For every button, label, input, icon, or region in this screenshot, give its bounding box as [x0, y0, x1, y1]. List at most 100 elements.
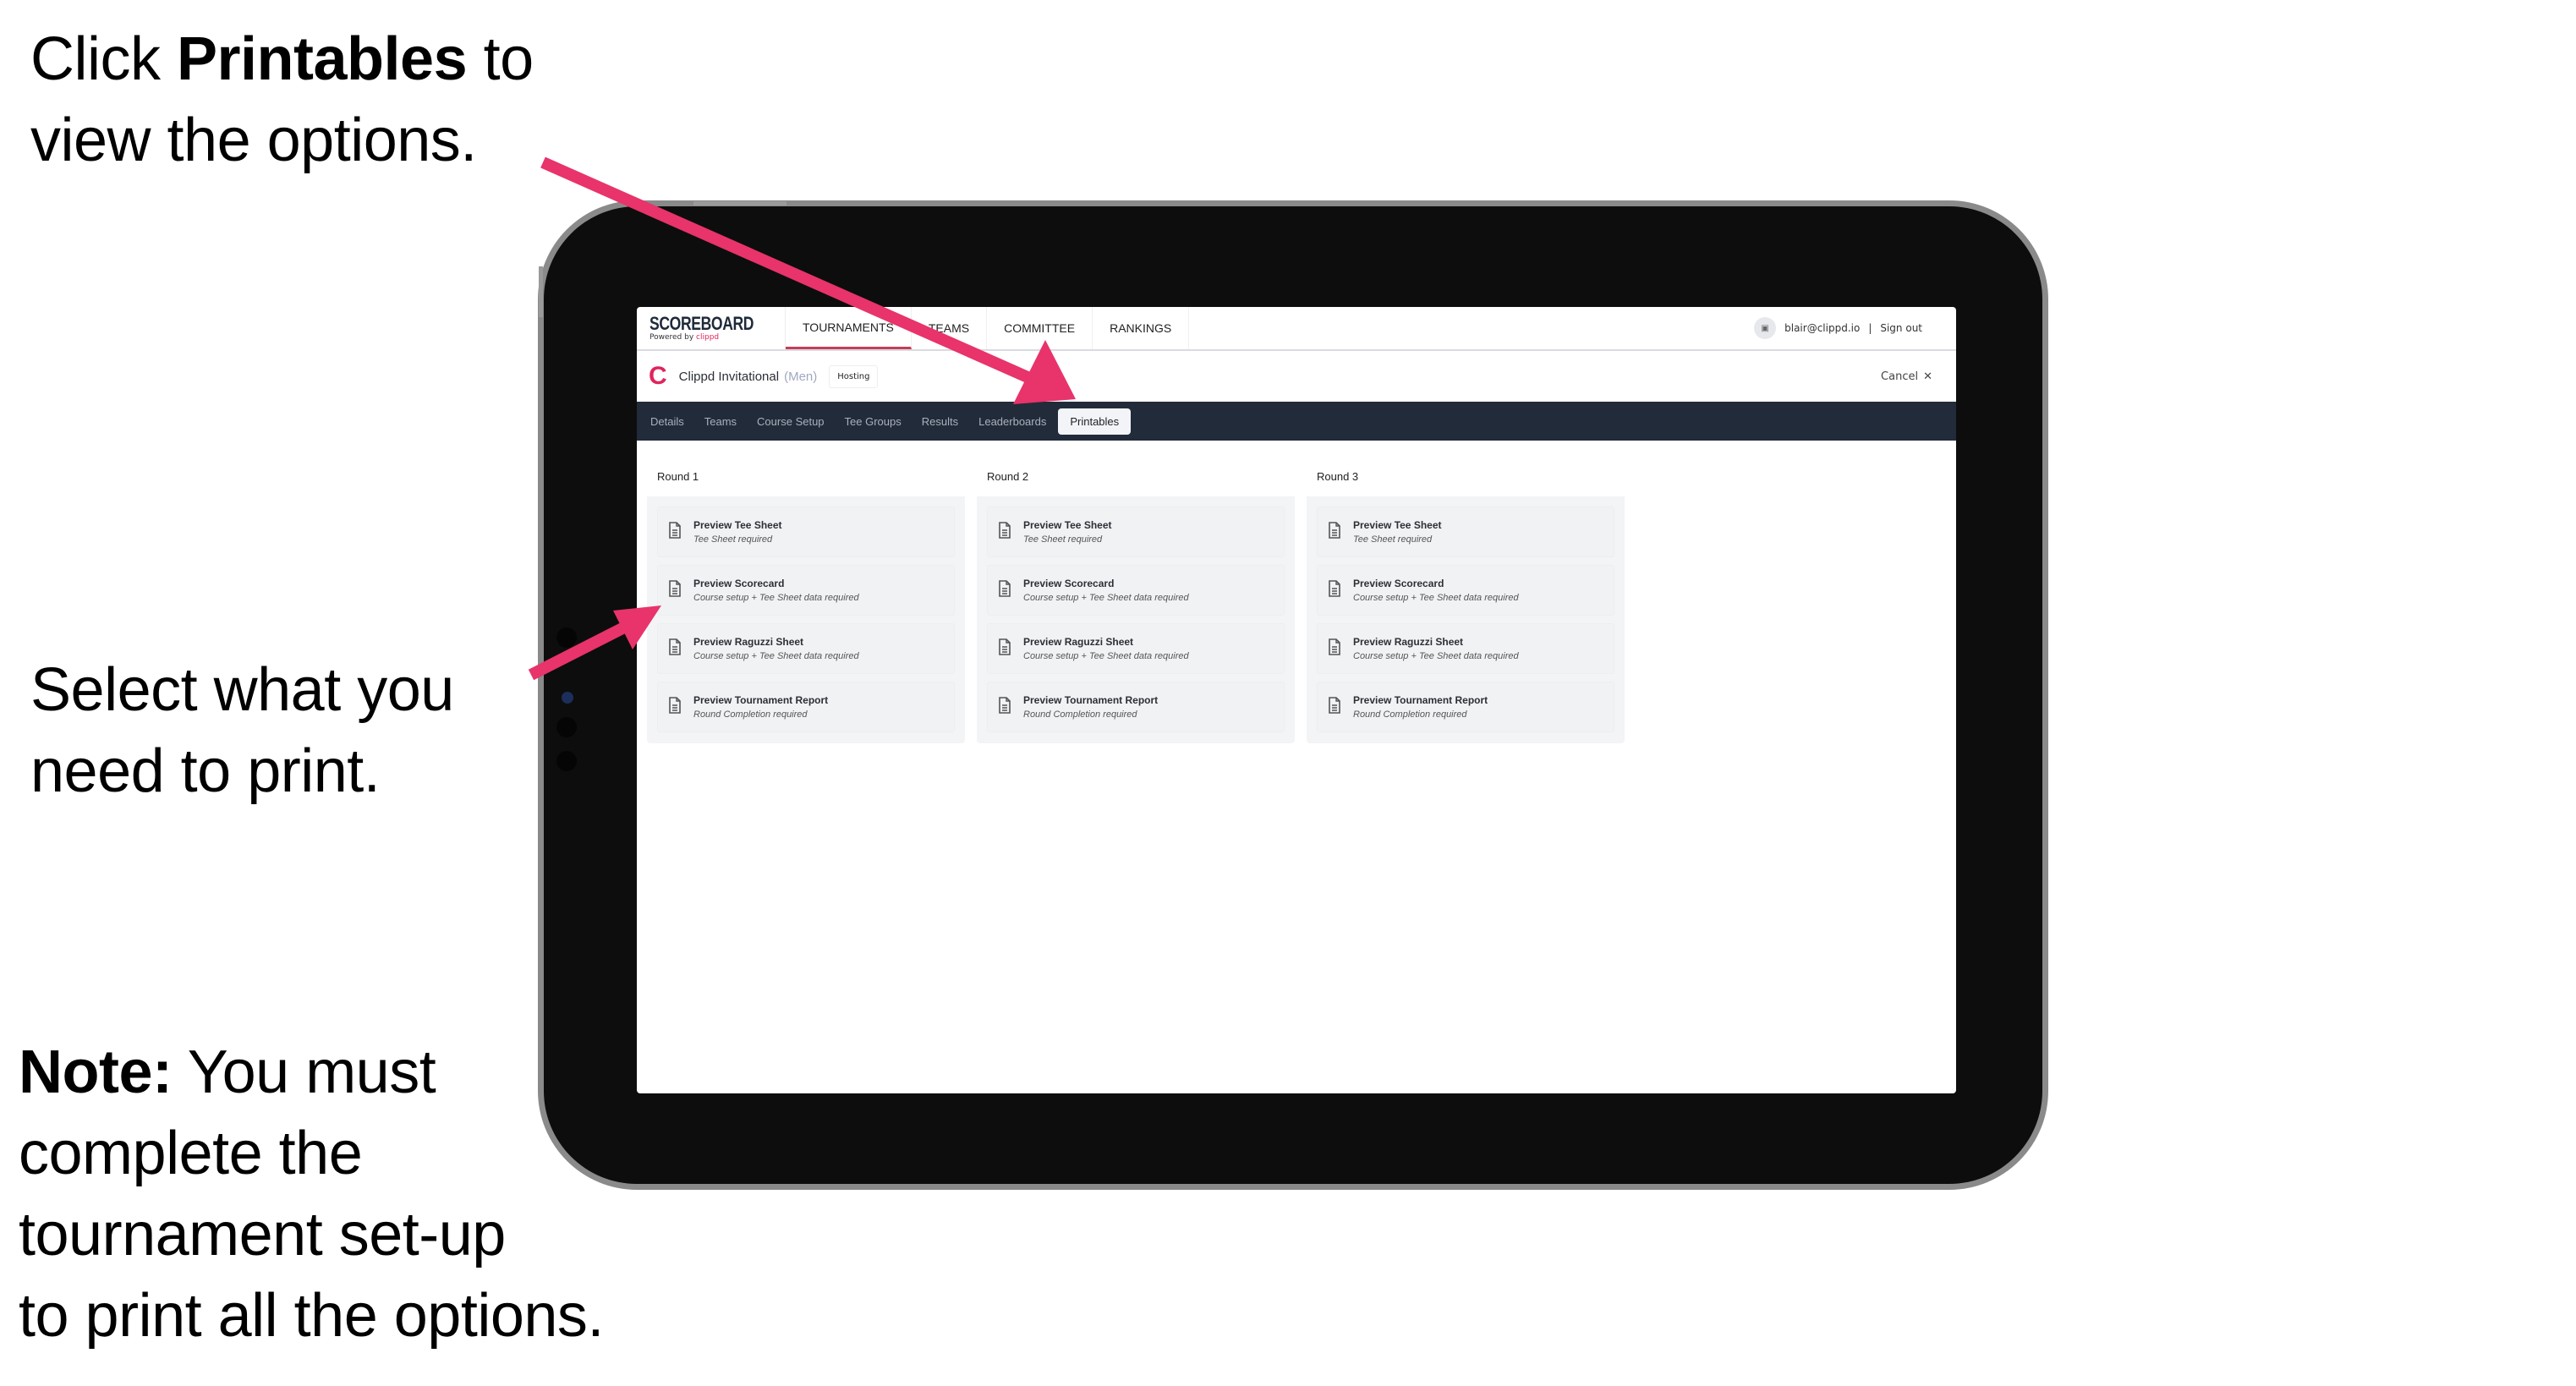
printable-option[interactable]: Preview Raguzzi Sheet Course setup + Tee … [987, 623, 1285, 674]
instruction-click-printables: Click Printables to view the options. [30, 19, 534, 181]
option-requirement: Course setup + Tee Sheet data required [693, 592, 859, 603]
option-title: Preview Raguzzi Sheet [1353, 635, 1464, 648]
option-requirement: Course setup + Tee Sheet data required [1353, 592, 1519, 603]
cancel-label: Cancel [1881, 370, 1919, 383]
printables-list: Preview Tee Sheet Tee Sheet required Previ… [647, 496, 965, 743]
printables-list: Preview Tee Sheet Tee Sheet required Previ… [1307, 496, 1625, 743]
document-icon [1328, 580, 1343, 600]
printable-option[interactable]: Preview Tournament Report Round Completio… [657, 682, 955, 732]
option-requirement: Course setup + Tee Sheet data required [1353, 650, 1519, 661]
rounds-container: Round 1 Preview Tee Sheet Tee Sheet requir… [637, 441, 1956, 743]
printable-option[interactable]: Preview Raguzzi Sheet Course setup + Tee … [1317, 623, 1614, 674]
callout-text: complete the [19, 1120, 363, 1187]
callout-text: to print all the options. [19, 1282, 604, 1350]
hosting-badge: Hosting [829, 364, 879, 388]
user-email: blair@clippd.io [1784, 322, 1861, 334]
option-text: Preview Raguzzi Sheet Course setup + Tee … [1023, 635, 1189, 663]
option-requirement: Course setup + Tee Sheet data required [693, 650, 859, 661]
tablet-sensor [556, 717, 577, 737]
option-title: Preview Scorecard [693, 577, 785, 589]
option-requirement: Round Completion required [1353, 709, 1467, 720]
round-title: Round 3 [1307, 456, 1625, 496]
nav-committee[interactable]: COMMITTEE [987, 307, 1093, 349]
nav-teams[interactable]: TEAMS [912, 307, 988, 349]
close-icon: ✕ [1923, 370, 1932, 383]
option-text: Preview Scorecard Course setup + Tee Shee… [1023, 577, 1189, 605]
tab-teams[interactable]: Teams [696, 408, 745, 435]
tablet-sensor [556, 627, 577, 648]
option-requirement: Course setup + Tee Sheet data required [1023, 650, 1189, 661]
brand-name: clippd [696, 332, 720, 342]
instruction-select: Select what you need to print. [30, 649, 454, 812]
printable-option[interactable]: Preview Tee Sheet Tee Sheet required [657, 507, 955, 557]
tournament-header: C Clippd Invitational (Men) Hosting Canc… [637, 351, 1956, 402]
callout-text: Select what you [30, 656, 454, 724]
document-icon [998, 522, 1013, 542]
tab-leaderboards[interactable]: Leaderboards [970, 408, 1055, 435]
document-icon [1328, 522, 1343, 542]
separator: | [1868, 322, 1872, 334]
tab-printables[interactable]: Printables [1058, 408, 1132, 435]
option-text: Preview Raguzzi Sheet Course setup + Tee … [1353, 635, 1519, 663]
printable-option[interactable]: Preview Scorecard Course setup + Tee Shee… [987, 565, 1285, 616]
option-requirement: Round Completion required [693, 709, 808, 720]
app-screen: SCOREBOARD Powered by clippd TOURNAMENTS… [637, 307, 1956, 1093]
option-title: Preview Raguzzi Sheet [693, 635, 804, 648]
printable-option[interactable]: Preview Raguzzi Sheet Course setup + Tee … [657, 623, 955, 674]
tab-tee-groups[interactable]: Tee Groups [836, 408, 910, 435]
document-icon [998, 638, 1013, 659]
printable-option[interactable]: Preview Tournament Report Round Completio… [1317, 682, 1614, 732]
option-title: Preview Tournament Report [1353, 693, 1488, 706]
option-requirement: Tee Sheet required [1023, 534, 1103, 545]
printable-option[interactable]: Preview Tee Sheet Tee Sheet required [987, 507, 1285, 557]
nav-rankings[interactable]: RANKINGS [1093, 307, 1190, 349]
option-text: Preview Tee Sheet Tee Sheet required [1353, 518, 1442, 546]
callout-text: Click [30, 25, 177, 93]
clippd-logo-icon: C [649, 362, 667, 390]
printable-option[interactable]: Preview Scorecard Course setup + Tee Shee… [657, 565, 955, 616]
printable-option[interactable]: Preview Scorecard Course setup + Tee Shee… [1317, 565, 1614, 616]
logo-title: SCOREBOARD [649, 312, 754, 334]
option-title: Preview Scorecard [1353, 577, 1444, 589]
round-3-panel: Round 3 Preview Tee Sheet Tee Sheet requir… [1307, 456, 1625, 743]
document-icon [668, 697, 683, 717]
cancel-button[interactable]: Cancel ✕ [1881, 370, 1932, 383]
scoreboard-logo[interactable]: SCOREBOARD Powered by clippd [637, 307, 786, 349]
option-title: Preview Tee Sheet [693, 518, 782, 531]
tournament-tabs: Details Teams Course Setup Tee Groups Re… [637, 402, 1956, 441]
top-nav: SCOREBOARD Powered by clippd TOURNAMENTS… [637, 307, 1956, 351]
printable-option[interactable]: Preview Tee Sheet Tee Sheet required [1317, 507, 1614, 557]
tab-details[interactable]: Details [642, 408, 693, 435]
round-1-panel: Round 1 Preview Tee Sheet Tee Sheet requir… [647, 456, 965, 743]
document-icon [998, 580, 1013, 600]
option-text: Preview Tournament Report Round Completio… [1353, 693, 1488, 721]
option-title: Preview Tournament Report [693, 693, 829, 706]
callout-bold: Note: [19, 1038, 173, 1106]
option-text: Preview Tournament Report Round Completio… [1023, 693, 1158, 721]
option-text: Preview Tournament Report Round Completio… [693, 693, 828, 721]
tablet-camera-icon [562, 692, 573, 704]
document-icon [1328, 638, 1343, 659]
document-icon [1328, 697, 1343, 717]
round-title: Round 2 [977, 456, 1295, 496]
option-title: Preview Scorecard [1023, 577, 1115, 589]
printable-option[interactable]: Preview Tournament Report Round Completio… [987, 682, 1285, 732]
powered-by: Powered by [649, 332, 697, 342]
option-requirement: Tee Sheet required [693, 534, 773, 545]
option-requirement: Tee Sheet required [1353, 534, 1433, 545]
instruction-note: Note: You must complete the tournament s… [19, 1032, 604, 1356]
tab-results[interactable]: Results [913, 408, 967, 435]
option-text: Preview Scorecard Course setup + Tee Shee… [1353, 577, 1519, 605]
avatar-image-icon[interactable]: ▣ [1754, 317, 1777, 339]
tab-course-setup[interactable]: Course Setup [748, 408, 833, 435]
sign-out-link[interactable]: Sign out [1880, 322, 1922, 334]
document-icon [668, 580, 683, 600]
callout-text: to [467, 25, 534, 93]
option-requirement: Round Completion required [1023, 709, 1137, 720]
nav-tournaments[interactable]: TOURNAMENTS [786, 307, 912, 349]
option-text: Preview Raguzzi Sheet Course setup + Tee … [693, 635, 859, 663]
option-text: Preview Scorecard Course setup + Tee Shee… [693, 577, 859, 605]
tournament-name: Clippd Invitational [678, 369, 780, 384]
option-text: Preview Tee Sheet Tee Sheet required [1023, 518, 1112, 546]
tablet-top-button [693, 201, 787, 205]
